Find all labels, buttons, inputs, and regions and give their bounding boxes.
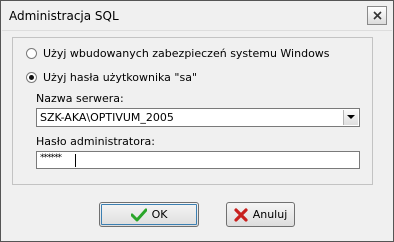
radio-button-selected[interactable] <box>26 71 37 83</box>
close-icon <box>373 11 382 20</box>
text-caret <box>75 154 76 167</box>
chevron-down-icon <box>347 115 355 119</box>
checkmark-icon <box>130 208 147 222</box>
radio-button[interactable] <box>26 47 37 59</box>
cancel-label: Anuluj <box>252 208 288 221</box>
auth-groupbox: Użyj wbudowanych zabezpieczeń systemu Wi… <box>12 37 373 185</box>
radio-windows-label: Użyj wbudowanych zabezpieczeń systemu Wi… <box>43 46 330 60</box>
server-label: Nazwa serwera: <box>36 92 124 105</box>
radio-sa-auth[interactable]: Użyj hasła użytkownika "sa" <box>26 69 197 85</box>
server-value: SZK-AKA\OPTIVUM_2005 <box>40 111 174 124</box>
ok-label: OK <box>151 208 168 221</box>
cancel-button[interactable]: Anuluj <box>226 202 295 227</box>
ok-button[interactable]: OK <box>99 202 199 227</box>
radio-sa-label: Użyj hasła użytkownika "sa" <box>43 70 197 84</box>
password-field[interactable]: ****** <box>36 151 360 169</box>
dialog-window: Administracja SQL Użyj wbudowanych zabez… <box>0 0 394 242</box>
radio-windows-auth[interactable]: Użyj wbudowanych zabezpieczeń systemu Wi… <box>26 45 330 61</box>
title-bar[interactable]: Administracja SQL <box>2 2 392 31</box>
password-label: Hasło administratora: <box>36 135 155 148</box>
close-button[interactable] <box>367 6 387 25</box>
dropdown-button[interactable] <box>343 110 358 125</box>
window-title: Administracja SQL <box>9 9 119 23</box>
password-masked-value: ****** <box>40 153 62 163</box>
server-combobox[interactable]: SZK-AKA\OPTIVUM_2005 <box>36 108 360 127</box>
red-x-icon <box>234 207 248 222</box>
